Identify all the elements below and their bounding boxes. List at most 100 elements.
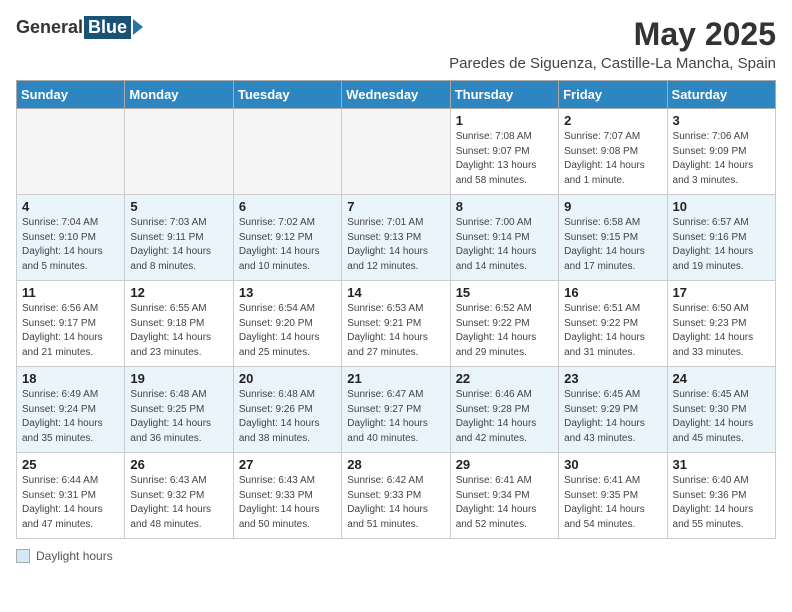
- day-info: Sunrise: 7:01 AMSunset: 9:13 PMDaylight:…: [347, 216, 444, 274]
- calendar-cell: 11Sunrise: 6:56 AMSunset: 9:17 PMDayligh…: [17, 281, 125, 367]
- day-number: 23: [564, 371, 661, 386]
- day-info: Sunrise: 6:58 AMSunset: 9:15 PMDaylight:…: [564, 216, 661, 274]
- subtitle: Paredes de Siguenza, Castille-La Mancha,…: [449, 55, 776, 72]
- day-number: 20: [239, 371, 336, 386]
- calendar-cell: 13 Sunrise: 6:54 AMSunset: 9:20 PMDayligh…: [233, 281, 341, 367]
- day-info: Sunrise: 6:46 AMSunset: 9:28 PMDaylight:…: [456, 388, 553, 446]
- day-header-wednesday: Wednesday: [342, 81, 450, 109]
- day-number: 29: [456, 457, 553, 472]
- day-number: 28: [347, 457, 444, 472]
- day-number: 31: [673, 457, 770, 472]
- day-header-tuesday: Tuesday: [233, 81, 341, 109]
- day-number: 4: [22, 199, 119, 214]
- calendar-cell: 19 Sunrise: 6:48 AMSunset: 9:25 PMDayligh…: [125, 367, 233, 453]
- day-number: 16: [564, 285, 661, 300]
- calendar-cell: 7 Sunrise: 7:01 AMSunset: 9:13 PMDaylight…: [342, 195, 450, 281]
- day-number: 18: [22, 371, 119, 386]
- calendar-cell: 20Sunrise: 6:48 AMSunset: 9:26 PMDayligh…: [233, 367, 341, 453]
- day-info: Sunrise: 6:57 AMSunset: 9:16 PMDaylight:…: [673, 216, 770, 274]
- day-info: Sunrise: 6:52 AMSunset: 9:22 PMDaylight:…: [456, 302, 553, 360]
- day-number: 17: [673, 285, 770, 300]
- calendar-cell: 21 Sunrise: 6:47 AMSunset: 9:27 PMDayligh…: [342, 367, 450, 453]
- calendar-cell: 14 Sunrise: 6:53 AMSunset: 9:21 PMDayligh…: [342, 281, 450, 367]
- logo-triangle-icon: [133, 19, 143, 35]
- day-info: Sunrise: 6:55 AMSunset: 9:18 PMDaylight:…: [130, 302, 227, 360]
- day-number: 26: [130, 457, 227, 472]
- day-number: 15: [456, 285, 553, 300]
- day-info: Sunrise: 6:49 AMSunset: 9:24 PMDaylight:…: [22, 388, 119, 446]
- calendar-table: SundayMondayTuesdayWednesdayThursdayFrid…: [16, 80, 776, 539]
- day-info: Sunrise: 6:43 AMSunset: 9:33 PMDaylight:…: [239, 474, 336, 532]
- day-header-friday: Friday: [559, 81, 667, 109]
- day-info: Sunrise: 6:51 AMSunset: 9:22 PMDaylight:…: [564, 302, 661, 360]
- day-number: 2: [564, 113, 661, 128]
- day-number: 6: [239, 199, 336, 214]
- calendar-cell: 22 Sunrise: 6:46 AMSunset: 9:28 PMDayligh…: [450, 367, 558, 453]
- day-number: 13: [239, 285, 336, 300]
- page-header: General Blue May 2025 Paredes de Siguenz…: [16, 16, 776, 72]
- day-info: Sunrise: 6:50 AMSunset: 9:23 PMDaylight:…: [673, 302, 770, 360]
- day-number: 8: [456, 199, 553, 214]
- day-number: 22: [456, 371, 553, 386]
- calendar-cell: 27 Sunrise: 6:43 AMSunset: 9:33 PMDayligh…: [233, 453, 341, 539]
- day-header-sunday: Sunday: [17, 81, 125, 109]
- day-number: 10: [673, 199, 770, 214]
- calendar-cell: [17, 109, 125, 195]
- day-number: 25: [22, 457, 119, 472]
- calendar-cell: 3Sunrise: 7:06 AMSunset: 9:09 PMDaylight…: [667, 109, 775, 195]
- title-block: May 2025 Paredes de Siguenza, Castille-L…: [449, 16, 776, 72]
- calendar-cell: 25 Sunrise: 6:44 AMSunset: 9:31 PMDayligh…: [17, 453, 125, 539]
- calendar-cell: 18 Sunrise: 6:49 AMSunset: 9:24 PMDayligh…: [17, 367, 125, 453]
- calendar-cell: 26 Sunrise: 6:43 AMSunset: 9:32 PMDayligh…: [125, 453, 233, 539]
- day-info: Sunrise: 6:45 AMSunset: 9:29 PMDaylight:…: [564, 388, 661, 446]
- day-info: Sunrise: 6:48 AMSunset: 9:25 PMDaylight:…: [130, 388, 227, 446]
- calendar-cell: 31Sunrise: 6:40 AMSunset: 9:36 PMDayligh…: [667, 453, 775, 539]
- calendar-cell: 12 Sunrise: 6:55 AMSunset: 9:18 PMDayligh…: [125, 281, 233, 367]
- day-info: Sunrise: 6:43 AMSunset: 9:32 PMDaylight:…: [130, 474, 227, 532]
- logo: General Blue: [16, 16, 143, 39]
- calendar-cell: 10 Sunrise: 6:57 AMSunset: 9:16 PMDayligh…: [667, 195, 775, 281]
- day-number: 30: [564, 457, 661, 472]
- main-title: May 2025: [449, 16, 776, 53]
- day-info: Sunrise: 6:41 AMSunset: 9:35 PMDaylight:…: [564, 474, 661, 532]
- day-info: Sunrise: 6:44 AMSunset: 9:31 PMDaylight:…: [22, 474, 119, 532]
- day-info: Sunrise: 6:53 AMSunset: 9:21 PMDaylight:…: [347, 302, 444, 360]
- day-number: 5: [130, 199, 227, 214]
- calendar-cell: 15 Sunrise: 6:52 AMSunset: 9:22 PMDayligh…: [450, 281, 558, 367]
- calendar-cell: 1Sunrise: 7:08 AMSunset: 9:07 PMDaylight…: [450, 109, 558, 195]
- logo-blue-text: Blue: [84, 16, 131, 39]
- day-number: 7: [347, 199, 444, 214]
- calendar-cell: 23 Sunrise: 6:45 AMSunset: 9:29 PMDayligh…: [559, 367, 667, 453]
- day-number: 12: [130, 285, 227, 300]
- daylight-box: [16, 549, 30, 563]
- calendar-cell: 24Sunrise: 6:45 AMSunset: 9:30 PMDayligh…: [667, 367, 775, 453]
- day-info: Sunrise: 6:54 AMSunset: 9:20 PMDaylight:…: [239, 302, 336, 360]
- day-header-thursday: Thursday: [450, 81, 558, 109]
- day-info: Sunrise: 7:02 AMSunset: 9:12 PMDaylight:…: [239, 216, 336, 274]
- calendar-cell: 30 Sunrise: 6:41 AMSunset: 9:35 PMDayligh…: [559, 453, 667, 539]
- calendar-cell: 4 Sunrise: 7:04 AMSunset: 9:10 PMDaylight…: [17, 195, 125, 281]
- day-header-saturday: Saturday: [667, 81, 775, 109]
- day-info: Sunrise: 7:08 AMSunset: 9:07 PMDaylight:…: [456, 130, 553, 188]
- calendar-cell: 6 Sunrise: 7:02 AMSunset: 9:12 PMDaylight…: [233, 195, 341, 281]
- day-info: Sunrise: 7:00 AMSunset: 9:14 PMDaylight:…: [456, 216, 553, 274]
- day-info: Sunrise: 6:41 AMSunset: 9:34 PMDaylight:…: [456, 474, 553, 532]
- day-info: Sunrise: 6:42 AMSunset: 9:33 PMDaylight:…: [347, 474, 444, 532]
- calendar-cell: 2Sunrise: 7:07 AMSunset: 9:08 PMDaylight…: [559, 109, 667, 195]
- calendar-cell: 17 Sunrise: 6:50 AMSunset: 9:23 PMDayligh…: [667, 281, 775, 367]
- day-number: 11: [22, 285, 119, 300]
- day-number: 21: [347, 371, 444, 386]
- day-number: 3: [673, 113, 770, 128]
- calendar-cell: 9 Sunrise: 6:58 AMSunset: 9:15 PMDaylight…: [559, 195, 667, 281]
- calendar-cell: 28 Sunrise: 6:42 AMSunset: 9:33 PMDayligh…: [342, 453, 450, 539]
- calendar-cell: [125, 109, 233, 195]
- footer: Daylight hours: [16, 549, 776, 563]
- day-info: Sunrise: 7:04 AMSunset: 9:10 PMDaylight:…: [22, 216, 119, 274]
- day-number: 14: [347, 285, 444, 300]
- day-header-monday: Monday: [125, 81, 233, 109]
- day-number: 19: [130, 371, 227, 386]
- day-number: 27: [239, 457, 336, 472]
- calendar-cell: [233, 109, 341, 195]
- day-number: 9: [564, 199, 661, 214]
- day-info: Sunrise: 6:47 AMSunset: 9:27 PMDaylight:…: [347, 388, 444, 446]
